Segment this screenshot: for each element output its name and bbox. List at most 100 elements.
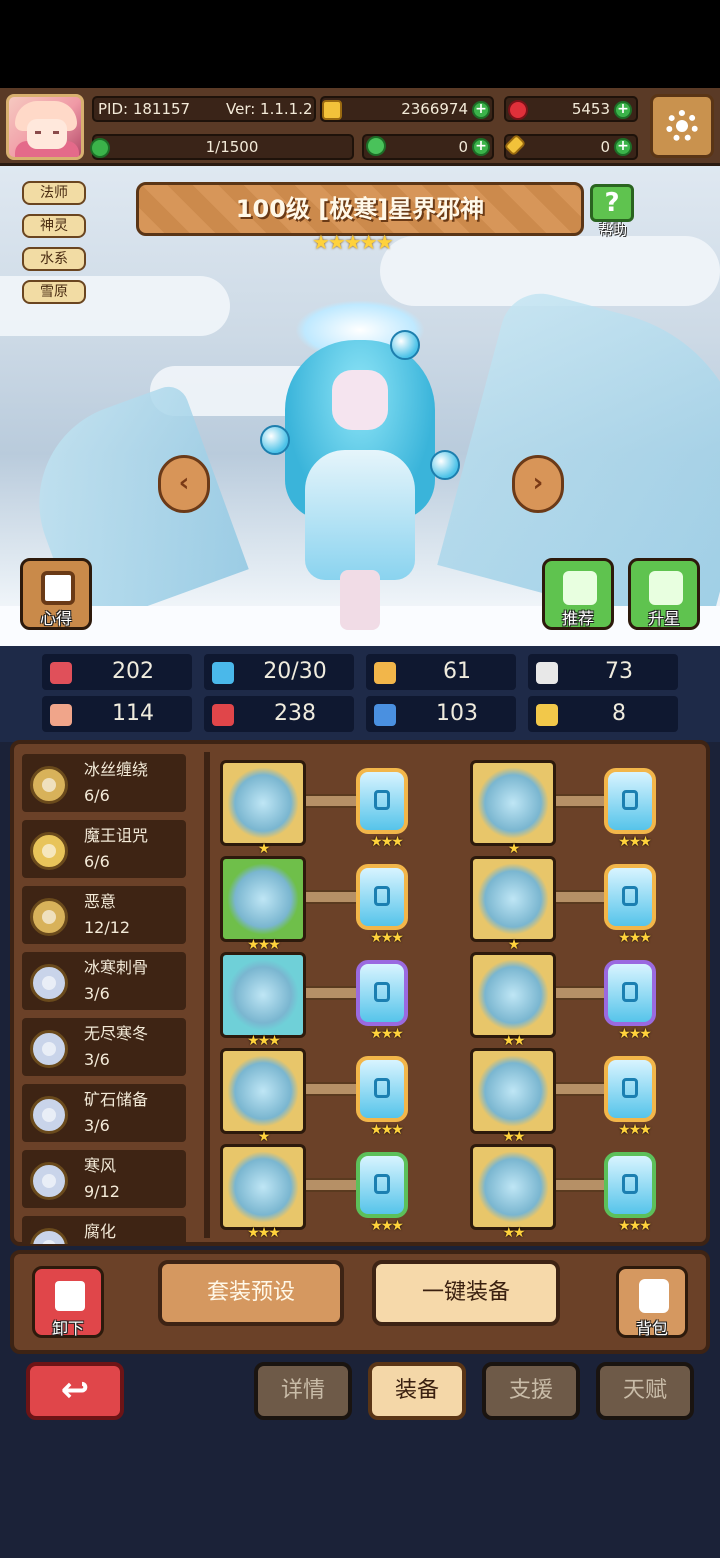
upstar-button[interactable]: 升星 [628, 558, 700, 630]
set-name: 冰丝缠绕 [84, 760, 149, 779]
set-bonus-item[interactable]: 无尽寒冬 3/6 [22, 1018, 186, 1076]
rune-slot[interactable]: ★★★ [356, 1056, 408, 1138]
equipment-slot[interactable]: ★★★ [220, 1144, 306, 1241]
prev-hero-button[interactable]: ‹ [158, 455, 210, 513]
boots-icon [477, 1151, 549, 1223]
set-emblem-icon [30, 1030, 68, 1068]
slot-connector [556, 1082, 604, 1096]
rune-star-rating: ★★★ [370, 1122, 404, 1138]
rune-slot[interactable]: ★★★ [604, 1152, 656, 1234]
set-bonus-item[interactable]: 腐化 [22, 1216, 186, 1244]
equipment-slot[interactable]: ★★★ [220, 952, 306, 1049]
back-button[interactable]: ↩ [26, 1362, 124, 1420]
equipment-slot[interactable]: ★★ [470, 1048, 556, 1145]
item-star-rating: ★ [257, 1129, 271, 1145]
arrow-right-icon: › [532, 468, 544, 498]
set-bonus-item[interactable]: 恶意 12/12 [22, 886, 186, 944]
set-emblem-icon [30, 1162, 68, 1200]
slot-connector [556, 890, 604, 904]
set-progress: 3/6 [84, 984, 110, 1003]
arrow-down-icon [55, 1281, 85, 1311]
help-button[interactable]: ? 帮助 [588, 182, 638, 239]
resource-header: PID: 181157 Ver: 1.1.1.2 2366974 + 5453 … [0, 88, 720, 166]
ice-armor-icon [477, 863, 549, 935]
slot-connector [556, 986, 604, 1000]
rune-slot[interactable]: ★★★ [356, 864, 408, 946]
tab-2[interactable]: 支援 [482, 1362, 580, 1420]
set-name: 矿石储备 [84, 1090, 149, 1109]
add-ticket-button[interactable]: + [614, 138, 632, 156]
stat-scroll: 103 [366, 696, 516, 732]
recommend-button[interactable]: 推荐 [542, 558, 614, 630]
rune-slot[interactable]: ★★★ [604, 864, 656, 946]
bag-button[interactable]: 背包 [616, 1266, 688, 1338]
insight-button[interactable]: 心得 [20, 558, 92, 630]
slot-connector [306, 890, 356, 904]
rune-slot[interactable]: ★★★ [356, 1152, 408, 1234]
ice-crystal-icon [227, 1055, 299, 1127]
rune-slot[interactable]: ★★★ [356, 960, 408, 1042]
equipment-slot[interactable]: ★ [470, 760, 556, 857]
tab-3[interactable]: 天赋 [596, 1362, 694, 1420]
staff-icon [227, 767, 299, 839]
equipment-slot[interactable]: ★ [220, 1048, 306, 1145]
add-gem-button[interactable]: + [614, 101, 632, 119]
hero-name-banner: 100级 [极寒]星界邪神 [136, 182, 584, 236]
add-clover-button[interactable]: + [472, 138, 490, 156]
set-name: 恶意 [84, 892, 117, 911]
set-emblem-icon [30, 766, 68, 804]
slot-connector [306, 1178, 356, 1192]
next-hero-button[interactable]: › [512, 455, 564, 513]
game-version: Ver: 1.1.1.2 [226, 100, 313, 118]
rune-star-rating: ★★★ [370, 834, 404, 850]
rune-slot[interactable]: ★★★ [604, 1056, 656, 1138]
rune-gem-icon [622, 1174, 638, 1194]
arrow-left-icon: ‹ [178, 468, 190, 498]
player-avatar[interactable] [6, 94, 84, 160]
ruby-gem-icon [508, 100, 528, 120]
set-bonus-item[interactable]: 寒风 9/12 [22, 1150, 186, 1208]
gold-amount: 2366974 [401, 100, 468, 118]
equipment-slot[interactable]: ★ [470, 856, 556, 953]
set-progress: 3/6 [84, 1116, 110, 1135]
rune-gem-icon [374, 1174, 390, 1194]
equipment-slot[interactable]: ★★ [470, 952, 556, 1049]
equipment-slot[interactable]: ★ [220, 760, 306, 857]
set-bonus-list[interactable]: 冰丝缠绕 6/6 魔王诅咒 6/6 恶意 12/12 冰寒刺骨 3/6 无尽寒冬 3/6 矿石储备 3… [22, 752, 198, 1244]
stamina-value: 1/1500 [205, 138, 259, 156]
stat-mana-drop: 20/30 [204, 654, 354, 690]
backpack-icon [639, 1279, 669, 1313]
equip-all-button[interactable]: 一键装备 [372, 1260, 560, 1326]
tag-terrain: 雪原 [22, 280, 86, 304]
equipment-slot[interactable]: ★★ [470, 1144, 556, 1241]
add-gold-button[interactable]: + [472, 101, 490, 119]
tab-1[interactable]: 装备 [368, 1362, 466, 1420]
set-name: 冰寒刺骨 [84, 958, 149, 977]
rune-gem-icon [374, 1078, 390, 1098]
set-bonus-item[interactable]: 矿石储备 3/6 [22, 1084, 186, 1142]
stat-value: 20/30 [263, 659, 327, 684]
rune-slot[interactable]: ★★★ [604, 960, 656, 1042]
clover-amount: 0 [458, 138, 468, 156]
set-name: 无尽寒冬 [84, 1024, 149, 1043]
set-preset-button[interactable]: 套装预设 [158, 1260, 344, 1326]
rune-slot[interactable]: ★★★ [604, 768, 656, 850]
unequip-button[interactable]: 卸下 [32, 1266, 104, 1338]
set-emblem-icon [30, 1096, 68, 1134]
rune-star-rating: ★★★ [618, 930, 652, 946]
set-bonus-item[interactable]: 冰丝缠绕 6/6 [22, 754, 186, 812]
item-star-rating: ★★★ [247, 937, 281, 953]
equipment-slot[interactable]: ★★★ [220, 856, 306, 953]
rune-gem-icon [622, 1078, 638, 1098]
set-bonus-item[interactable]: 魔王诅咒 6/6 [22, 820, 186, 878]
stat-spellbook: 238 [204, 696, 354, 732]
bag-label: 背包 [635, 1319, 668, 1338]
tab-0[interactable]: 详情 [254, 1362, 352, 1420]
settings-button[interactable] [650, 94, 714, 158]
rune-slot[interactable]: ★★★ [356, 768, 408, 850]
rune-star-rating: ★★★ [370, 1026, 404, 1042]
unequip-label: 卸下 [51, 1319, 84, 1338]
stat-fist: 114 [42, 696, 192, 732]
set-bonus-item[interactable]: 冰寒刺骨 3/6 [22, 952, 186, 1010]
item-star-rating: ★★★ [247, 1225, 281, 1241]
